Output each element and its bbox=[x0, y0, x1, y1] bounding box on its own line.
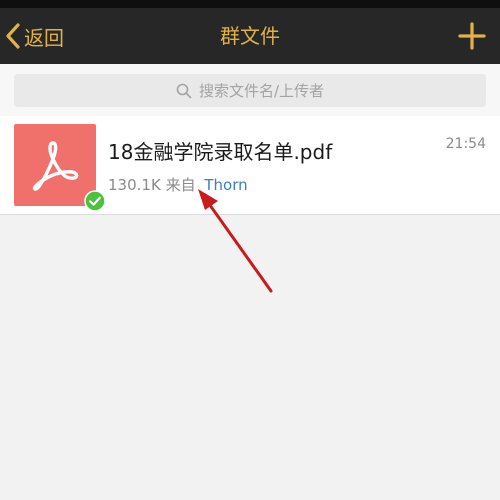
add-file-button[interactable] bbox=[458, 22, 486, 50]
file-time: 21:54 bbox=[445, 136, 486, 152]
search-icon bbox=[176, 83, 192, 98]
back-button[interactable]: 返回 bbox=[4, 18, 64, 54]
search-area: 搜索文件名/上传者 bbox=[0, 64, 500, 116]
search-input[interactable]: 搜索文件名/上传者 bbox=[14, 74, 486, 107]
chevron-left-icon bbox=[6, 23, 20, 49]
back-label: 返回 bbox=[24, 25, 64, 50]
file-meta: 130.1K 来自 Thorn bbox=[108, 174, 248, 195]
navigation-bar: 返回 群文件 bbox=[0, 8, 500, 64]
check-circle-icon bbox=[84, 190, 106, 212]
from-label: 来自 bbox=[165, 176, 196, 194]
file-name: 18金融学院录取名单.pdf bbox=[108, 140, 333, 164]
pdf-icon bbox=[32, 141, 79, 191]
page-title: 群文件 bbox=[220, 24, 280, 48]
plus-icon bbox=[458, 22, 486, 50]
uploader-link[interactable]: Thorn bbox=[204, 176, 247, 194]
search-placeholder: 搜索文件名/上传者 bbox=[198, 82, 325, 100]
file-size: 130.1K bbox=[108, 176, 161, 194]
file-list-item[interactable]: 18金融学院录取名单.pdf 21:54 130.1K 来自 Thorn bbox=[0, 116, 500, 215]
status-bar bbox=[0, 0, 500, 8]
